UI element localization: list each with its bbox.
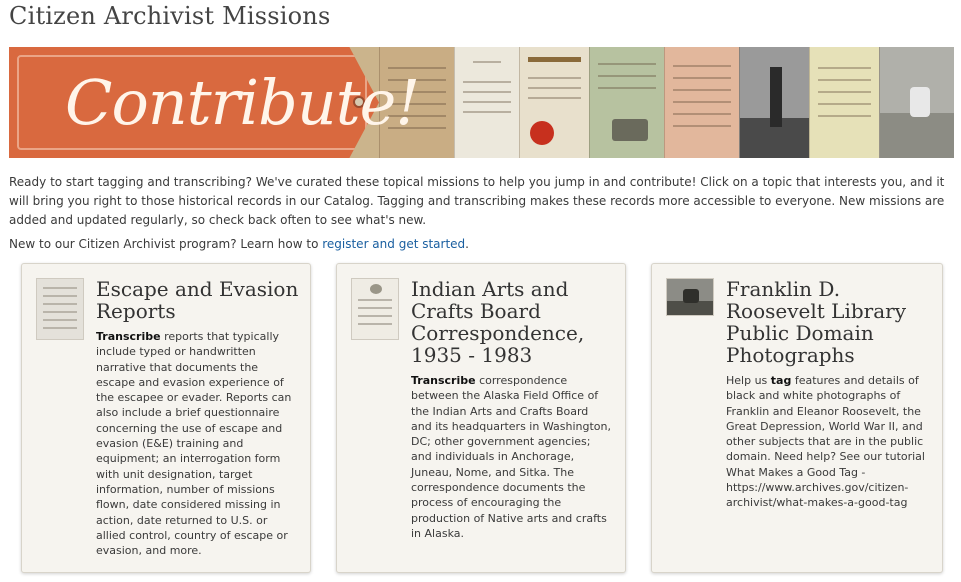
new-user-suffix: . [465,237,469,251]
mission-description: Help us tag features and details of blac… [726,374,925,510]
banner-document-tile [809,47,879,158]
intro-paragraph: Ready to start tagging and transcribing?… [9,175,945,227]
register-link[interactable]: register and get started [322,237,465,251]
contribute-banner[interactable]: Contribute! [9,47,954,158]
banner-photo-tile [879,47,954,158]
mission-action: Transcribe [411,374,476,387]
mission-action: Transcribe [96,330,161,343]
mission-card-indian-arts[interactable]: Indian Arts and Crafts Board Corresponde… [336,263,626,573]
new-user-text: New to our Citizen Archivist program? Le… [9,237,323,251]
mission-thumbnail[interactable] [351,278,399,340]
mission-thumbnail[interactable] [666,278,714,316]
banner-document-tile [454,47,519,158]
banner-document-tile [589,47,664,158]
mission-title[interactable]: Indian Arts and Crafts Board Corresponde… [411,278,584,366]
mission-card-escape-evasion[interactable]: Escape and Evasion Reports Transcribe re… [21,263,311,573]
new-user-line: New to our Citizen Archivist program? Le… [9,237,469,251]
mission-action: tag [770,374,792,387]
mission-description: Transcribe correspondence between the Al… [411,374,611,540]
mission-thumbnail[interactable] [36,278,84,340]
wax-seal-icon [530,121,554,145]
banner-certificate-tile [519,47,589,158]
banner-photo-tile [739,47,809,158]
page-title: Citizen Archivist Missions [9,2,331,30]
banner-document-tile [664,47,739,158]
mission-card-fdr-photographs[interactable]: Franklin D. Roosevelt Library Public Dom… [651,263,943,573]
mission-title[interactable]: Franklin D. Roosevelt Library Public Dom… [726,278,906,366]
contribute-heading: Contribute! [65,66,420,139]
mission-title[interactable]: Escape and Evasion Reports [96,278,298,322]
mission-description: Transcribe reports that typically includ… [96,330,292,558]
